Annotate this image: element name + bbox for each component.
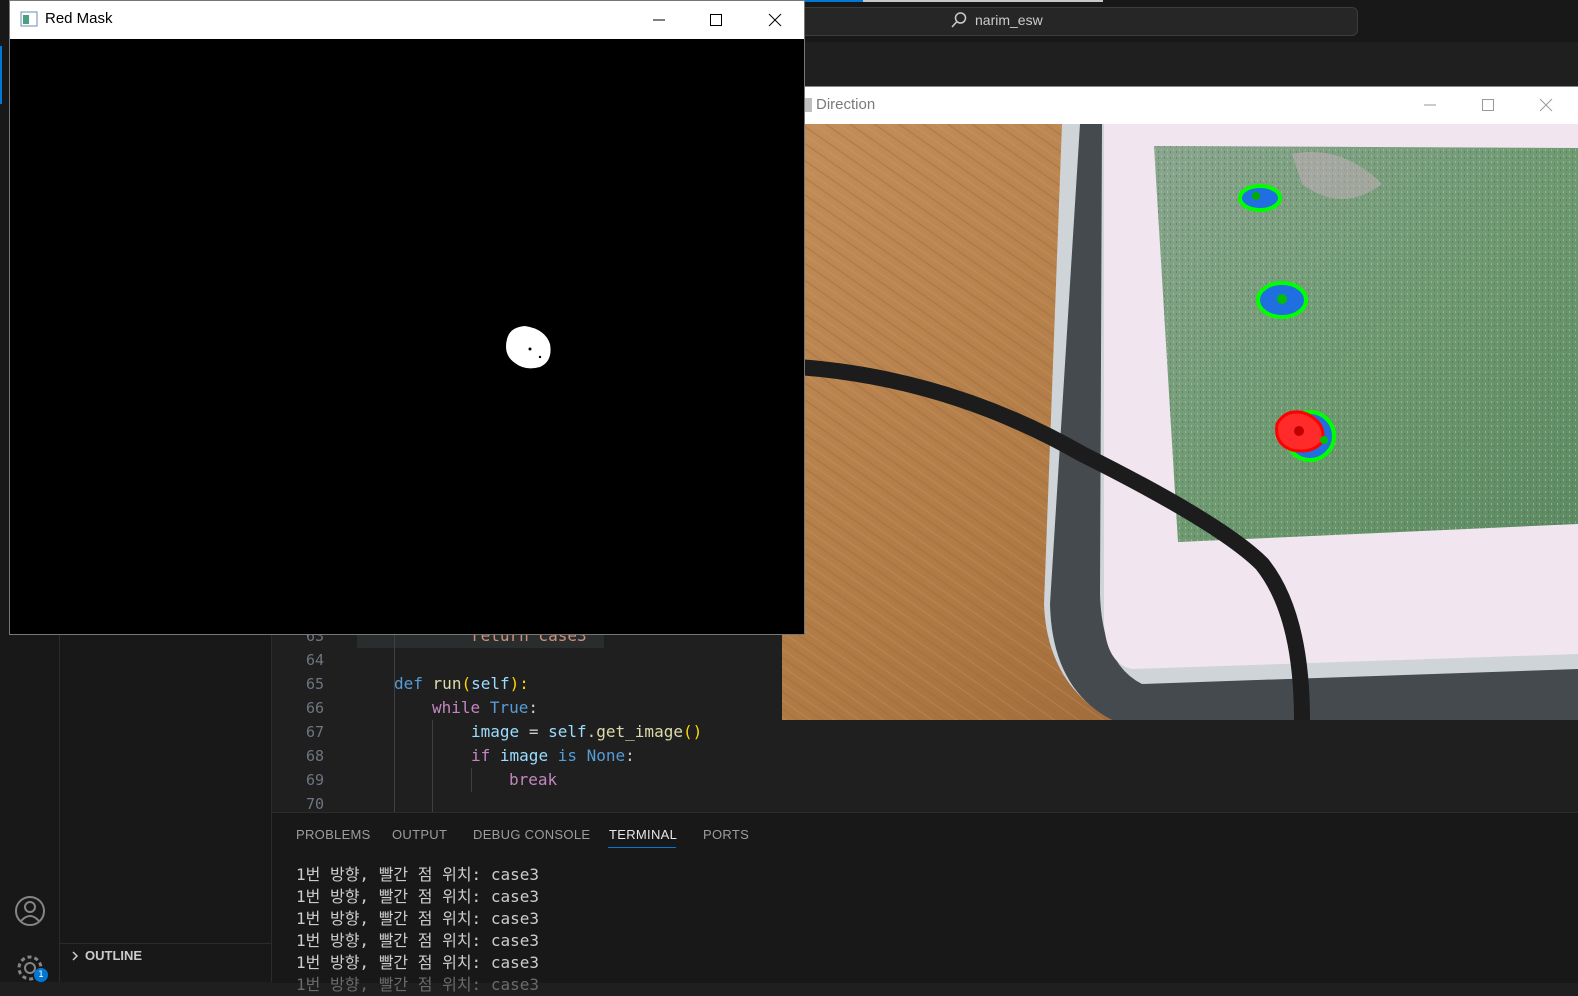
camera-feed (782, 124, 1578, 720)
tab-output[interactable]: OUTPUT (392, 827, 447, 842)
terminal-line: 1번 방향, 빨간 점 위치: case3 (296, 975, 539, 994)
code-token: ): (509, 674, 529, 693)
code-token: def (394, 674, 423, 693)
code-line-67[interactable]: image = self.get_image() (471, 720, 702, 744)
close-icon[interactable] (1537, 96, 1555, 114)
line-number: 66 (305, 699, 324, 717)
code-token: image (471, 722, 520, 741)
activity-active-indicator (0, 46, 2, 104)
direction-title-bar[interactable] (782, 87, 1578, 124)
settings-badge: 1 (34, 968, 48, 982)
code-token: = (528, 722, 539, 741)
indent-guide (471, 768, 472, 792)
code-token: ( (461, 674, 472, 693)
direction-window-title: Direction (816, 96, 876, 113)
terminal-line: 1번 방향, 빨간 점 위치: case3 (296, 865, 539, 884)
red-mask-image (10, 39, 804, 634)
code-token: run (432, 674, 462, 693)
code-line-69[interactable]: break (509, 768, 557, 792)
maximize-icon[interactable] (707, 11, 725, 29)
line-number: 68 (305, 747, 324, 765)
terminal-line: 1번 방향, 빨간 점 위치: case3 (296, 887, 539, 906)
tab-ports[interactable]: PORTS (703, 827, 749, 842)
terminal-line: 1번 방향, 빨간 점 위치: case3 (296, 909, 539, 928)
close-icon[interactable] (766, 11, 784, 29)
tab-problems[interactable]: PROBLEMS (296, 827, 371, 842)
indent-guide (394, 624, 395, 812)
line-number: 64 (305, 651, 324, 669)
terminal-line: 1번 방향, 빨간 점 위치: case3 (296, 953, 539, 972)
indent-guide (432, 720, 433, 812)
code-token: while (432, 698, 481, 717)
code-line-68[interactable]: if image is None: (471, 744, 635, 768)
command-center-search[interactable] (795, 7, 1358, 36)
code-token: True (489, 698, 529, 717)
code-token: if (471, 746, 491, 765)
code-token: get_image (596, 722, 683, 741)
terminal-line: 1번 방향, 빨간 점 위치: case3 (296, 931, 539, 950)
app-icon (20, 11, 38, 27)
red-mask-title-bar[interactable] (10, 1, 804, 39)
code-token: : (625, 746, 635, 765)
line-number: 67 (305, 723, 324, 741)
code-token: image (499, 746, 549, 765)
code-token: . (586, 722, 597, 741)
code-token: break (509, 770, 558, 789)
code-line-65[interactable]: def run(self): (394, 672, 529, 696)
search-label[interactable]: narim_esw (975, 12, 1043, 28)
chevron-right-icon[interactable] (70, 951, 80, 961)
code-token: is (557, 746, 577, 765)
vscode-tab-strip (800, 0, 1103, 2)
code-line-66[interactable]: while True: (432, 696, 538, 720)
active-tab-underline (608, 847, 676, 848)
maximize-icon[interactable] (1479, 96, 1497, 114)
code-token: self (548, 722, 587, 741)
outline-label[interactable]: OUTLINE (85, 948, 142, 963)
line-number: 69 (305, 771, 324, 789)
search-icon[interactable] (950, 11, 968, 29)
code-token: None (586, 746, 626, 765)
code-token: : (528, 698, 538, 717)
tab-debug-console[interactable]: DEBUG CONSOLE (473, 827, 590, 842)
code-token: self (471, 674, 510, 693)
minimize-icon[interactable] (1421, 96, 1439, 114)
minimize-icon[interactable] (650, 11, 668, 29)
line-number: 65 (305, 675, 324, 693)
tab-terminal[interactable]: TERMINAL (609, 827, 677, 842)
red-mask-window-title: Red Mask (45, 10, 113, 27)
code-token: () (682, 722, 703, 741)
account-icon[interactable] (14, 895, 46, 927)
